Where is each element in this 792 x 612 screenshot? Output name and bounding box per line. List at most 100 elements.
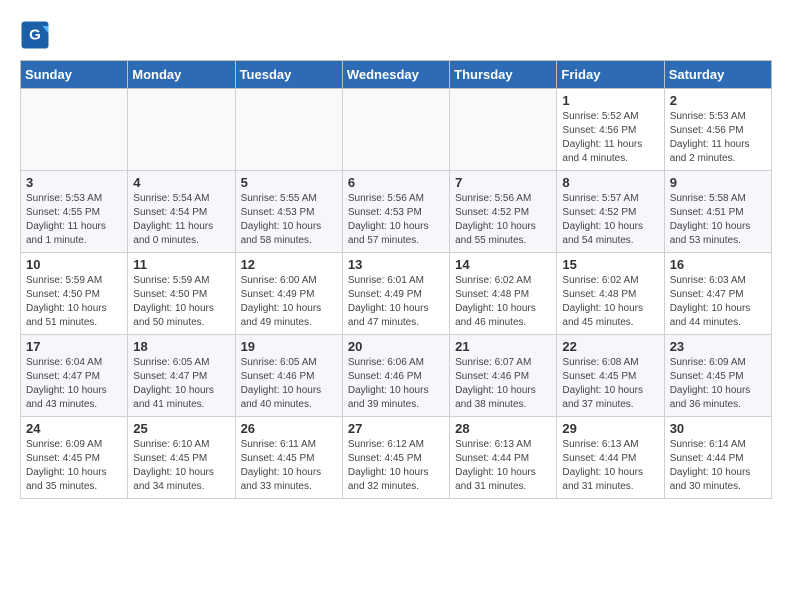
day-number: 7 xyxy=(455,175,551,190)
cell-text: Sunrise: 6:06 AM Sunset: 4:46 PM Dayligh… xyxy=(348,356,444,412)
day-cell: 8Sunrise: 5:57 AM Sunset: 4:52 PM Daylig… xyxy=(557,171,664,253)
day-cell: 29Sunrise: 6:13 AM Sunset: 4:44 PM Dayli… xyxy=(557,417,664,499)
day-number: 6 xyxy=(348,175,444,190)
header-sunday: Sunday xyxy=(21,61,128,89)
logo-icon: G xyxy=(20,20,50,50)
cell-text: Sunrise: 6:08 AM Sunset: 4:45 PM Dayligh… xyxy=(562,356,658,412)
cell-text: Sunrise: 5:54 AM Sunset: 4:54 PM Dayligh… xyxy=(133,192,229,248)
cell-text: Sunrise: 6:11 AM Sunset: 4:45 PM Dayligh… xyxy=(241,438,337,494)
day-cell xyxy=(21,89,128,171)
day-cell: 13 Sunrise: 6:01 AM Sunset: 4:49 PM Dayli… xyxy=(342,253,449,335)
day-number: 25 xyxy=(133,421,229,436)
day-number: 3 xyxy=(26,175,122,190)
day-cell: 15Sunrise: 6:02 AM Sunset: 4:48 PM Dayli… xyxy=(557,253,664,335)
cell-text: Sunrise: 5:55 AM Sunset: 4:53 PM Dayligh… xyxy=(241,192,337,248)
cell-text: Sunrise: 6:14 AM Sunset: 4:44 PM Dayligh… xyxy=(670,438,766,494)
header-saturday: Saturday xyxy=(664,61,771,89)
day-cell: 25Sunrise: 6:10 AM Sunset: 4:45 PM Dayli… xyxy=(128,417,235,499)
week-row-2: 3 Sunrise: 5:53 AM Sunset: 4:55 PM Daylig… xyxy=(21,171,772,253)
day-cell: 23 Sunrise: 6:09 AM Sunset: 4:45 PM Dayli… xyxy=(664,335,771,417)
day-number: 11 xyxy=(133,257,229,272)
day-cell: 9 Sunrise: 5:58 AM Sunset: 4:51 PM Daylig… xyxy=(664,171,771,253)
day-number: 1 xyxy=(562,93,658,108)
day-cell: 16 Sunrise: 6:03 AM Sunset: 4:47 PM Dayli… xyxy=(664,253,771,335)
day-cell: 4 Sunrise: 5:54 AM Sunset: 4:54 PM Daylig… xyxy=(128,171,235,253)
cell-text: Sunrise: 6:03 AM Sunset: 4:47 PM Dayligh… xyxy=(670,274,766,330)
day-number: 13 xyxy=(348,257,444,272)
day-number: 19 xyxy=(241,339,337,354)
day-cell: 3 Sunrise: 5:53 AM Sunset: 4:55 PM Daylig… xyxy=(21,171,128,253)
day-cell: 1 Sunrise: 5:52 AM Sunset: 4:56 PM Daylig… xyxy=(557,89,664,171)
calendar-table: SundayMondayTuesdayWednesdayThursdayFrid… xyxy=(20,60,772,499)
day-cell: 5 Sunrise: 5:55 AM Sunset: 4:53 PM Daylig… xyxy=(235,171,342,253)
day-cell: 17 Sunrise: 6:04 AM Sunset: 4:47 PM Dayli… xyxy=(21,335,128,417)
day-cell: 10 Sunrise: 5:59 AM Sunset: 4:50 PM Dayli… xyxy=(21,253,128,335)
day-number: 8 xyxy=(562,175,658,190)
day-cell: 30 Sunrise: 6:14 AM Sunset: 4:44 PM Dayli… xyxy=(664,417,771,499)
header-wednesday: Wednesday xyxy=(342,61,449,89)
cell-text: Sunrise: 6:00 AM Sunset: 4:49 PM Dayligh… xyxy=(241,274,337,330)
cell-text: Sunrise: 6:02 AM Sunset: 4:48 PM Dayligh… xyxy=(455,274,551,330)
day-number: 30 xyxy=(670,421,766,436)
week-row-4: 17 Sunrise: 6:04 AM Sunset: 4:47 PM Dayli… xyxy=(21,335,772,417)
day-number: 4 xyxy=(133,175,229,190)
page: G SundayMondayTuesdayWednesdayThursdayFr… xyxy=(0,0,792,509)
header: G xyxy=(20,20,772,50)
day-number: 21 xyxy=(455,339,551,354)
cell-text: Sunrise: 6:12 AM Sunset: 4:45 PM Dayligh… xyxy=(348,438,444,494)
header-thursday: Thursday xyxy=(450,61,557,89)
cell-text: Sunrise: 6:09 AM Sunset: 4:45 PM Dayligh… xyxy=(26,438,122,494)
day-cell xyxy=(450,89,557,171)
day-cell: 21 Sunrise: 6:07 AM Sunset: 4:46 PM Dayli… xyxy=(450,335,557,417)
cell-text: Sunrise: 6:09 AM Sunset: 4:45 PM Dayligh… xyxy=(670,356,766,412)
day-cell xyxy=(235,89,342,171)
day-cell: 27Sunrise: 6:12 AM Sunset: 4:45 PM Dayli… xyxy=(342,417,449,499)
cell-text: Sunrise: 5:59 AM Sunset: 4:50 PM Dayligh… xyxy=(26,274,122,330)
day-number: 18 xyxy=(133,339,229,354)
cell-text: Sunrise: 5:52 AM Sunset: 4:56 PM Dayligh… xyxy=(562,110,658,166)
day-number: 14 xyxy=(455,257,551,272)
cell-text: Sunrise: 5:53 AM Sunset: 4:55 PM Dayligh… xyxy=(26,192,122,248)
day-cell: 28Sunrise: 6:13 AM Sunset: 4:44 PM Dayli… xyxy=(450,417,557,499)
day-number: 23 xyxy=(670,339,766,354)
cell-text: Sunrise: 6:13 AM Sunset: 4:44 PM Dayligh… xyxy=(562,438,658,494)
day-number: 9 xyxy=(670,175,766,190)
day-cell: 11 Sunrise: 5:59 AM Sunset: 4:50 PM Dayli… xyxy=(128,253,235,335)
cell-text: Sunrise: 5:53 AM Sunset: 4:56 PM Dayligh… xyxy=(670,110,766,166)
day-number: 16 xyxy=(670,257,766,272)
day-cell: 19Sunrise: 6:05 AM Sunset: 4:46 PM Dayli… xyxy=(235,335,342,417)
day-cell: 24 Sunrise: 6:09 AM Sunset: 4:45 PM Dayli… xyxy=(21,417,128,499)
day-number: 22 xyxy=(562,339,658,354)
day-number: 15 xyxy=(562,257,658,272)
cell-text: Sunrise: 6:07 AM Sunset: 4:46 PM Dayligh… xyxy=(455,356,551,412)
day-number: 28 xyxy=(455,421,551,436)
header-friday: Friday xyxy=(557,61,664,89)
logo: G xyxy=(20,20,54,50)
day-number: 12 xyxy=(241,257,337,272)
day-cell: 2Sunrise: 5:53 AM Sunset: 4:56 PM Daylig… xyxy=(664,89,771,171)
header-row: SundayMondayTuesdayWednesdayThursdayFrid… xyxy=(21,61,772,89)
cell-text: Sunrise: 5:56 AM Sunset: 4:52 PM Dayligh… xyxy=(455,192,551,248)
cell-text: Sunrise: 6:01 AM Sunset: 4:49 PM Dayligh… xyxy=(348,274,444,330)
cell-text: Sunrise: 5:56 AM Sunset: 4:53 PM Dayligh… xyxy=(348,192,444,248)
day-number: 26 xyxy=(241,421,337,436)
week-row-1: 1 Sunrise: 5:52 AM Sunset: 4:56 PM Daylig… xyxy=(21,89,772,171)
cell-text: Sunrise: 6:05 AM Sunset: 4:47 PM Dayligh… xyxy=(133,356,229,412)
day-cell xyxy=(342,89,449,171)
day-cell: 6 Sunrise: 5:56 AM Sunset: 4:53 PM Daylig… xyxy=(342,171,449,253)
day-number: 20 xyxy=(348,339,444,354)
day-number: 17 xyxy=(26,339,122,354)
day-cell: 26 Sunrise: 6:11 AM Sunset: 4:45 PM Dayli… xyxy=(235,417,342,499)
day-number: 10 xyxy=(26,257,122,272)
day-cell: 20 Sunrise: 6:06 AM Sunset: 4:46 PM Dayli… xyxy=(342,335,449,417)
cell-text: Sunrise: 5:58 AM Sunset: 4:51 PM Dayligh… xyxy=(670,192,766,248)
cell-text: Sunrise: 5:59 AM Sunset: 4:50 PM Dayligh… xyxy=(133,274,229,330)
day-number: 5 xyxy=(241,175,337,190)
day-cell: 12 Sunrise: 6:00 AM Sunset: 4:49 PM Dayli… xyxy=(235,253,342,335)
day-cell: 18 Sunrise: 6:05 AM Sunset: 4:47 PM Dayli… xyxy=(128,335,235,417)
cell-text: Sunrise: 6:04 AM Sunset: 4:47 PM Dayligh… xyxy=(26,356,122,412)
day-number: 24 xyxy=(26,421,122,436)
day-cell: 7 Sunrise: 5:56 AM Sunset: 4:52 PM Daylig… xyxy=(450,171,557,253)
day-cell: 22 Sunrise: 6:08 AM Sunset: 4:45 PM Dayli… xyxy=(557,335,664,417)
day-cell xyxy=(128,89,235,171)
